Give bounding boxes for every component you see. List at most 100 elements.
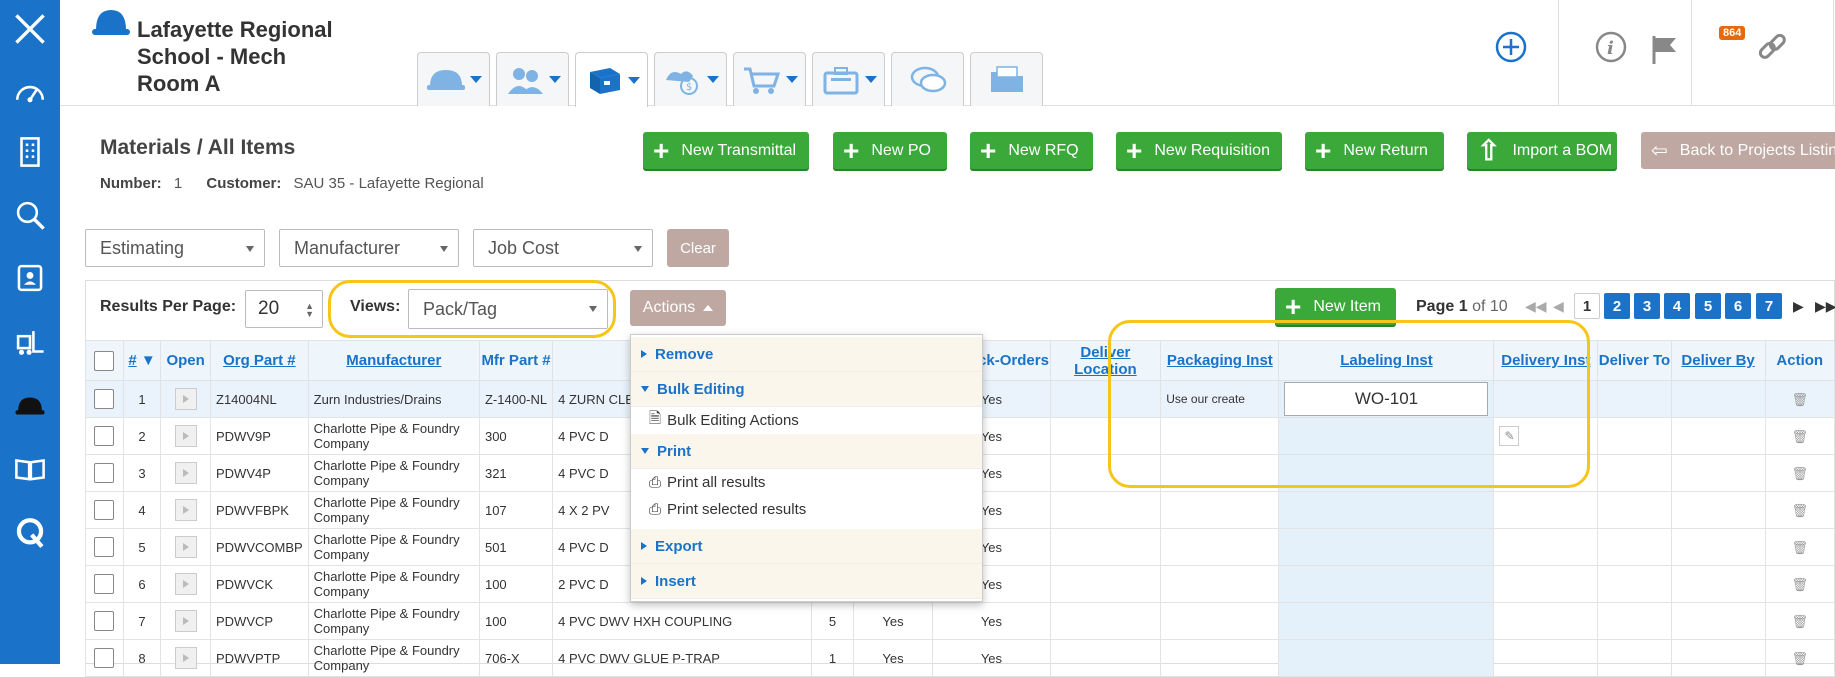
add-icon[interactable]	[1494, 30, 1528, 69]
row-checkbox[interactable]	[85, 417, 124, 455]
close-icon[interactable]	[0, 4, 60, 54]
clear-button[interactable]: Clear	[667, 229, 729, 267]
deliver-to-cell[interactable]	[1597, 491, 1672, 529]
delivery-inst-cell[interactable]	[1493, 528, 1599, 566]
menu-insert[interactable]: Insert	[631, 564, 982, 599]
open-button[interactable]	[160, 380, 211, 418]
row-checkbox[interactable]	[85, 639, 124, 677]
hardhat-icon[interactable]	[0, 381, 60, 431]
book-icon[interactable]	[0, 444, 60, 494]
flag-icon[interactable]	[1648, 32, 1682, 71]
deliver-location-cell[interactable]	[1049, 565, 1162, 603]
tab-messages[interactable]	[891, 52, 964, 106]
new-po-button[interactable]: + New PO	[833, 132, 947, 169]
results-per-page-input[interactable]: 20 ▲ ▼	[245, 290, 323, 328]
tab-projects[interactable]	[812, 52, 885, 106]
page-4-button[interactable]: 4	[1664, 293, 1690, 319]
labeling-inst-cell[interactable]	[1278, 528, 1495, 566]
next-page-icon[interactable]: ▶	[1793, 298, 1804, 315]
page-6-button[interactable]: 6	[1725, 293, 1751, 319]
col-num[interactable]: # ▼	[122, 340, 162, 381]
delete-button[interactable]: 🗑	[1764, 491, 1835, 529]
delivery-inst-cell[interactable]	[1493, 565, 1599, 603]
menu-bulk-editing-actions[interactable]: 🗎 Bulk Editing Actions	[631, 407, 982, 434]
page-1-button[interactable]: 1	[1574, 293, 1600, 319]
menu-remove[interactable]: Remove	[631, 337, 982, 372]
deliver-by-cell[interactable]	[1670, 528, 1766, 566]
contacts-icon[interactable]	[0, 253, 60, 303]
deliver-by-cell[interactable]	[1670, 602, 1766, 640]
labeling-inst-cell[interactable]	[1278, 491, 1495, 529]
deliver-location-cell[interactable]	[1049, 491, 1162, 529]
tab-documents[interactable]	[970, 52, 1043, 106]
labeling-inst-cell[interactable]	[1278, 565, 1495, 603]
deliver-to-cell[interactable]	[1597, 602, 1672, 640]
packaging-inst-cell[interactable]	[1160, 528, 1280, 566]
deliver-to-cell[interactable]	[1597, 417, 1672, 455]
row-checkbox[interactable]	[85, 491, 124, 529]
packaging-inst-cell[interactable]	[1160, 565, 1280, 603]
search-icon[interactable]	[0, 190, 60, 240]
job-cost-select[interactable]: Job Cost	[473, 229, 653, 267]
row-checkbox[interactable]	[85, 602, 124, 640]
delete-button[interactable]: 🗑	[1764, 602, 1835, 640]
labeling-inst-cell[interactable]	[1278, 602, 1495, 640]
deliver-by-cell[interactable]	[1670, 565, 1766, 603]
deliver-location-cell[interactable]	[1049, 528, 1162, 566]
page-2-button[interactable]: 2	[1604, 293, 1630, 319]
open-button[interactable]	[160, 565, 211, 603]
open-button[interactable]	[160, 454, 211, 492]
open-button[interactable]	[160, 602, 211, 640]
new-transmittal-button[interactable]: + New Transmittal	[643, 132, 809, 169]
delete-button[interactable]: 🗑	[1764, 639, 1835, 677]
col-deliver-by[interactable]: Deliver By	[1670, 340, 1766, 381]
packaging-inst-cell[interactable]	[1160, 639, 1280, 677]
delete-button[interactable]: 🗑	[1764, 454, 1835, 492]
col-manufacturer[interactable]: Manufacturer	[307, 340, 480, 381]
open-button[interactable]	[160, 491, 211, 529]
labeling-inst-cell[interactable]	[1278, 639, 1495, 677]
open-button[interactable]	[160, 639, 211, 677]
packaging-inst-cell[interactable]	[1160, 602, 1280, 640]
delete-button[interactable]: 🗑	[1764, 528, 1835, 566]
col-org-part[interactable]: Org Part #	[210, 340, 309, 381]
deliver-by-cell[interactable]	[1670, 417, 1766, 455]
menu-print-selected[interactable]: ⎙ Print selected results	[631, 496, 982, 523]
first-page-icon[interactable]: ◀◀	[1525, 298, 1547, 315]
open-button[interactable]	[160, 528, 211, 566]
packaging-inst-cell[interactable]	[1160, 491, 1280, 529]
building-icon[interactable]	[0, 127, 60, 177]
delete-button[interactable]: 🗑	[1764, 380, 1835, 418]
deliver-to-cell[interactable]	[1597, 454, 1672, 492]
deliver-by-cell[interactable]	[1670, 380, 1766, 418]
delete-button[interactable]: 🗑	[1764, 565, 1835, 603]
tab-safety[interactable]	[417, 52, 490, 106]
delete-button[interactable]: 🗑	[1764, 417, 1835, 455]
manufacturer-select[interactable]: Manufacturer	[279, 229, 459, 267]
back-to-projects-button[interactable]: ⇦ Back to Projects Listing	[1641, 132, 1835, 169]
forklift-icon[interactable]	[0, 318, 60, 368]
deliver-to-cell[interactable]	[1597, 565, 1672, 603]
delivery-inst-cell[interactable]	[1493, 639, 1599, 677]
row-checkbox[interactable]	[85, 454, 124, 492]
page-7-button[interactable]: 7	[1756, 293, 1782, 319]
actions-button[interactable]: Actions	[630, 290, 726, 326]
menu-print-all[interactable]: ⎙ Print all results	[631, 469, 982, 496]
deliver-to-cell[interactable]	[1597, 528, 1672, 566]
table-row[interactable]: 8 PDWVPTP Charlotte Pipe & Foundry Company…	[85, 639, 1835, 677]
deliver-by-cell[interactable]	[1670, 491, 1766, 529]
tab-finance[interactable]: $	[654, 52, 727, 106]
deliver-to-cell[interactable]	[1597, 380, 1672, 418]
row-checkbox[interactable]	[85, 380, 124, 418]
new-rfq-button[interactable]: + New RFQ	[970, 132, 1093, 169]
prev-page-icon[interactable]: ◀	[1553, 298, 1564, 315]
estimating-select[interactable]: Estimating	[85, 229, 265, 267]
page-5-button[interactable]: 5	[1695, 293, 1721, 319]
new-requisition-button[interactable]: + New Requisition	[1116, 132, 1282, 169]
info-icon[interactable]: i	[1594, 30, 1628, 69]
deliver-by-cell[interactable]	[1670, 454, 1766, 492]
deliver-to-cell[interactable]	[1597, 639, 1672, 677]
delivery-inst-cell[interactable]	[1493, 491, 1599, 529]
link-icon[interactable]	[1755, 30, 1789, 69]
menu-print[interactable]: Print	[631, 434, 982, 469]
